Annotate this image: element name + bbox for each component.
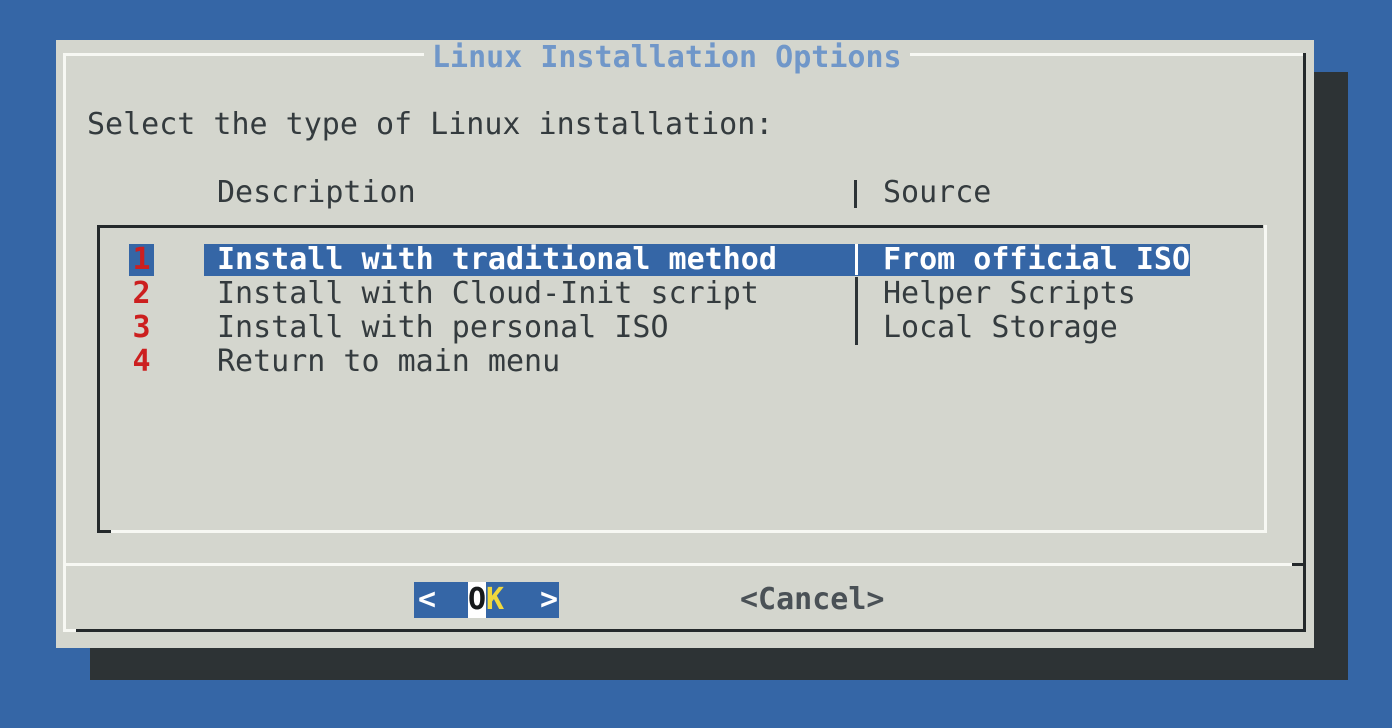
ok-open-bracket: <: [418, 582, 436, 618]
listbox-border-bottom: [111, 530, 1267, 533]
menu-item-source: Helper Scripts: [883, 277, 1136, 311]
column-header-description: Description: [217, 176, 416, 210]
listbox-border-right: [1264, 225, 1267, 533]
menu-item-tag: 1: [129, 244, 154, 276]
column-separator: [854, 180, 857, 208]
menu-row-2[interactable]: 2 Install with Cloud-Init script Helper …: [97, 277, 1261, 311]
menu-item-source: From official ISO: [883, 243, 1190, 277]
menu-listbox: 1 Install with traditional method From o…: [97, 225, 1267, 533]
terminal-screen: Linux Installation Options Select the ty…: [0, 0, 1392, 728]
menu-item-source: Local Storage: [883, 311, 1118, 345]
button-area-separator-cap: [1292, 563, 1306, 566]
menu-row-4[interactable]: 4 Return to main menu: [97, 345, 1261, 379]
menu-item-description: Install with Cloud-Init script: [217, 277, 759, 311]
ok-cursor-char: O: [468, 582, 486, 618]
menu-row-1[interactable]: 1 Install with traditional method From o…: [97, 243, 1261, 277]
listbox-border-top: [97, 225, 1263, 228]
ok-close-bracket: >: [540, 582, 558, 618]
row-column-separator: [855, 244, 858, 275]
menu-item-description: Install with traditional method: [217, 243, 777, 277]
column-header-source: Source: [883, 176, 991, 210]
cancel-button[interactable]: <Cancel>: [740, 583, 885, 617]
menu-item-description: Install with personal ISO: [217, 311, 669, 345]
menu-row-3[interactable]: 3 Install with personal ISO Local Storag…: [97, 311, 1261, 345]
dialog-border-right: [1303, 53, 1306, 632]
dialog-prompt: Select the type of Linux installation:: [87, 108, 773, 142]
dialog-border-corner: [63, 629, 76, 632]
dialog-border-bottom: [76, 629, 1306, 632]
menu-item-tag: 3: [129, 311, 154, 345]
row-column-separator: [855, 311, 858, 345]
ok-hotkey-rest: K: [486, 582, 504, 618]
ok-button[interactable]: < O K >: [414, 582, 559, 618]
button-area-separator: [65, 563, 1305, 566]
row-column-separator: [855, 277, 858, 311]
dialog-border-left: [63, 53, 66, 632]
menu-item-description: Return to main menu: [217, 345, 560, 379]
menu-item-tag: 2: [129, 277, 154, 311]
installation-options-dialog: Linux Installation Options Select the ty…: [56, 40, 1314, 648]
menu-item-tag: 4: [129, 345, 154, 379]
dialog-title: Linux Installation Options: [424, 42, 910, 74]
